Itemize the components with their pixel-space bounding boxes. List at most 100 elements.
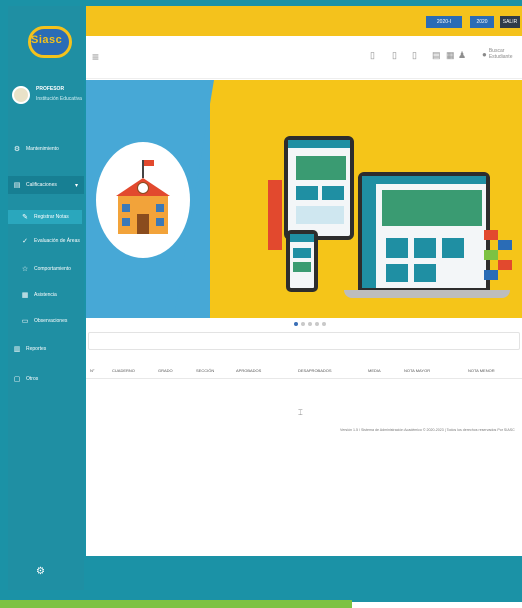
carousel-dot[interactable] — [294, 322, 298, 326]
table-divider — [86, 378, 522, 379]
sidebar-item-label: Mantenimiento — [26, 146, 59, 152]
tablet-illustration — [284, 136, 354, 240]
screen-image — [382, 190, 482, 226]
sidebar-item-reportes[interactable]: ▥ Reportes — [8, 342, 84, 356]
screen-image — [296, 156, 346, 180]
folder-icon: ▢ — [13, 376, 21, 383]
screen-tile — [293, 262, 311, 272]
screen-header — [288, 140, 350, 148]
hero-banner[interactable] — [86, 80, 522, 318]
course-select[interactable] — [88, 332, 520, 350]
column-header[interactable]: SECCIÓN — [196, 368, 214, 373]
column-header[interactable]: APROBADOS — [236, 368, 261, 373]
user-icon[interactable]: ♟ — [458, 50, 466, 61]
avatar[interactable] — [12, 86, 30, 104]
grid-icon[interactable]: ▤ — [432, 50, 441, 61]
sidebar-item-label: Registrar Notas — [34, 214, 69, 220]
column-header[interactable]: NOTA MAYOR — [404, 368, 430, 373]
sidebar-item-label: Evaluación de Áreas — [34, 238, 80, 244]
laptop-illustration — [358, 172, 490, 292]
window-shape — [122, 204, 130, 212]
sidebar-item-observaciones[interactable]: ▭ Observaciones — [8, 314, 82, 328]
sidebar-item-evaluacion-areas[interactable]: ✓ Evaluación de Áreas — [8, 234, 82, 248]
toolbar: ≡ ▯ ▯ ▯ ▤ ▦ ♟ ● Buscar Estudiante — [86, 36, 522, 79]
flag-icon — [142, 160, 154, 178]
top-bar: 2020-I 2020 SALIR — [86, 6, 522, 36]
screen-header — [362, 176, 486, 184]
sidebar-item-calificaciones[interactable]: ▤ Calificaciones ▾ — [8, 176, 84, 194]
period-badge[interactable]: 2020-I — [426, 16, 462, 28]
pencil-cup — [268, 180, 282, 250]
screen-tile — [296, 186, 318, 200]
document-icon: ▤ — [13, 182, 21, 189]
phone-illustration — [286, 230, 318, 292]
sidebar-item-asistencia[interactable]: ▦ Asistencia — [8, 288, 82, 302]
pencil-icon: ✎ — [22, 214, 28, 221]
sidebar-item-registrar-notas[interactable]: ✎ Registrar Notas — [8, 210, 82, 224]
year-badge[interactable]: 2020 — [470, 16, 494, 28]
calendar-icon: ▦ — [21, 292, 29, 299]
chevron-down-icon: ▾ — [74, 182, 78, 189]
school-illustration — [108, 160, 178, 240]
screen-tile — [414, 238, 436, 258]
logo-text: Siasc — [31, 34, 63, 46]
sidebar-item-label: Asistencia — [34, 292, 57, 298]
logout-button[interactable]: SALIR — [500, 16, 520, 28]
table-header: N° CUADERNO GRADO SECCIÓN APROBADOS DESA… — [86, 366, 522, 378]
search-icon: ● — [482, 49, 487, 59]
clipboard-icon[interactable]: ▯ — [392, 50, 397, 61]
note-icon: ▭ — [21, 318, 29, 325]
sidebar-item-mantenimiento[interactable]: ⚙ Mantenimiento — [8, 142, 84, 156]
carousel-dot[interactable] — [322, 322, 326, 326]
list-icon[interactable]: ▦ — [446, 50, 455, 61]
screen-chart — [296, 206, 344, 224]
window-shape — [156, 218, 164, 226]
main-content: ≡ ▯ ▯ ▯ ▤ ▦ ♟ ● Buscar Estudiante N° CUA… — [86, 36, 522, 556]
screen-tile — [386, 238, 408, 258]
door-shape — [137, 214, 149, 234]
screen-tile — [386, 264, 408, 282]
carousel-pager[interactable] — [294, 322, 326, 326]
footer-text: Versión 1.5 / Sistema de Administración … — [340, 428, 515, 432]
sidebar-item-otros[interactable]: ▢ Otros — [8, 372, 84, 386]
search-area[interactable]: ● Buscar Estudiante — [482, 48, 522, 60]
search-input[interactable]: Buscar Estudiante — [489, 48, 522, 60]
screen-header — [290, 234, 314, 242]
column-header[interactable]: N° — [90, 368, 95, 373]
screen-sidebar — [362, 184, 376, 288]
screen-tile — [293, 248, 311, 258]
settings-icon[interactable]: ⚙ — [36, 566, 45, 577]
sidebar-item-label: Calificaciones — [26, 182, 57, 188]
column-header[interactable]: GRADO — [158, 368, 173, 373]
sidebar-item-comportamiento[interactable]: ☆ Comportamiento — [8, 262, 82, 276]
bottom-accent-bar — [0, 600, 352, 608]
window-shape — [122, 218, 130, 226]
screen-tile — [322, 186, 344, 200]
user-name: PROFESOR — [36, 86, 65, 92]
screen-tile — [442, 238, 464, 258]
carousel-dot[interactable] — [308, 322, 312, 326]
window-shape — [156, 204, 164, 212]
chart-icon: ▥ — [13, 346, 21, 353]
app-logo[interactable]: Siasc — [22, 20, 78, 62]
sidebar: Siasc PROFESOR Institución Educativa ⚙ M… — [8, 6, 84, 590]
screen-tile — [414, 264, 436, 282]
check-icon: ✓ — [22, 238, 28, 245]
user-role: Institución Educativa — [36, 96, 82, 102]
sidebar-item-label: Reportes — [26, 346, 47, 352]
hamburger-menu-icon[interactable]: ≡ — [92, 50, 99, 64]
laptop-base — [344, 290, 510, 298]
star-icon: ☆ — [21, 266, 29, 273]
carousel-dot[interactable] — [301, 322, 305, 326]
document-icon[interactable]: ▯ — [412, 50, 417, 61]
file-icon[interactable]: ▯ — [370, 50, 375, 61]
lego-bricks — [484, 230, 514, 286]
wrench-icon: ⚙ — [13, 146, 21, 153]
column-header[interactable]: DESAPROBADOS — [298, 368, 332, 373]
column-header[interactable]: MEDIA — [368, 368, 381, 373]
sidebar-item-label: Otros — [26, 376, 39, 382]
mouse-cursor-icon: ⌶ — [298, 408, 303, 417]
column-header[interactable]: CUADERNO — [112, 368, 135, 373]
column-header[interactable]: NOTA MENOR — [468, 368, 495, 373]
carousel-dot[interactable] — [315, 322, 319, 326]
